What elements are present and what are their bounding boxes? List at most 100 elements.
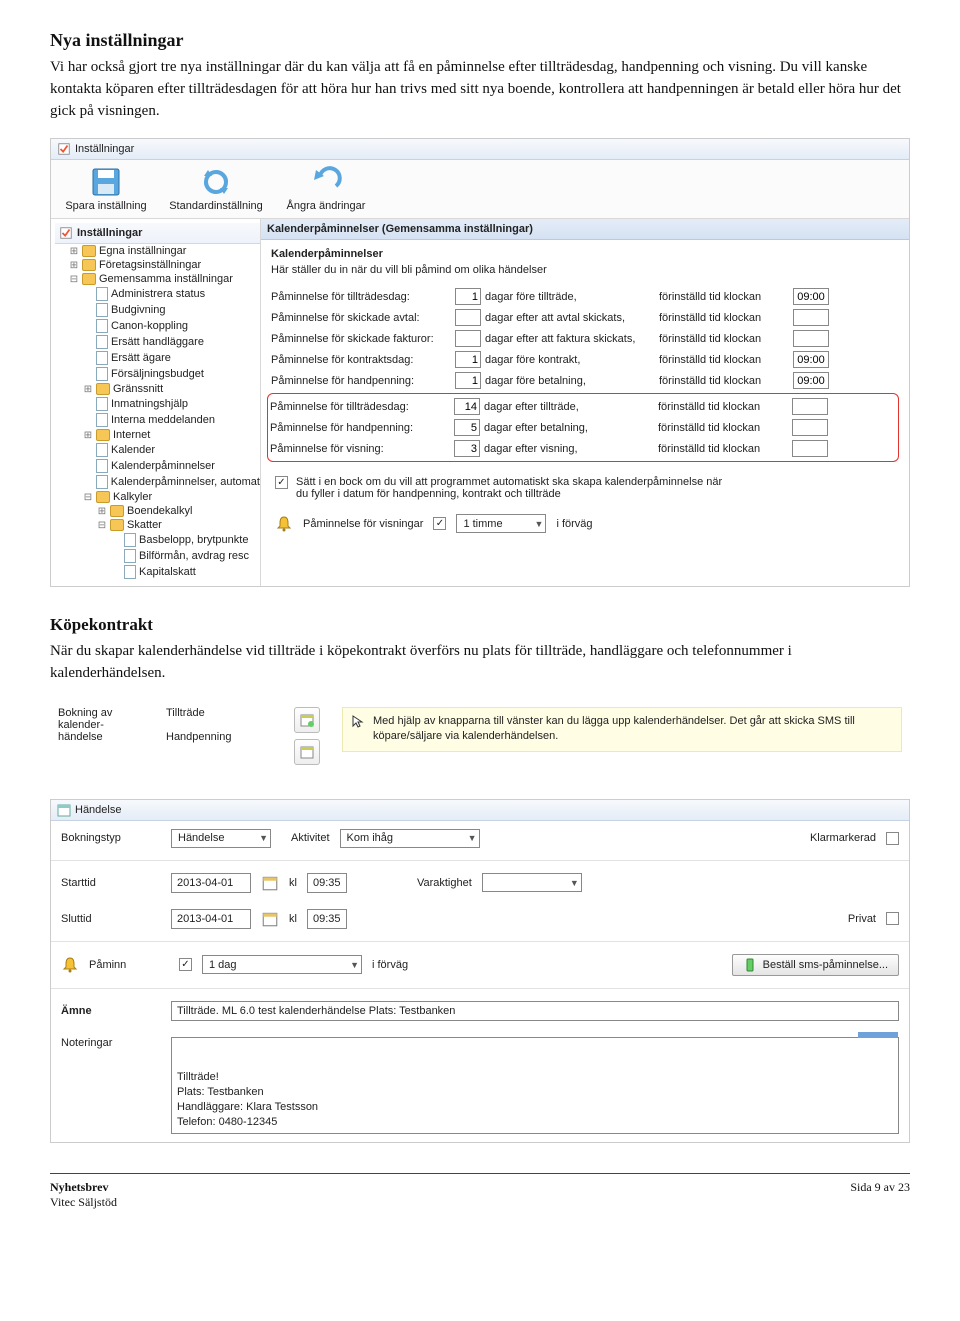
visning-reminder-combo[interactable]: 1 timme▼ (456, 514, 546, 533)
varaktighet-label: Varaktighet (417, 877, 472, 889)
expand-handle[interactable] (858, 1032, 898, 1038)
auto-create-checkbox[interactable]: ✓ (275, 476, 288, 489)
reminder-row: Påminnelse för kontraktsdag:dagar före k… (271, 349, 899, 370)
tree-item[interactable]: Interna meddelanden (83, 412, 260, 428)
aktivitet-combo[interactable]: Kom ihåg▼ (340, 829, 480, 848)
tree-item[interactable]: Kalender (83, 442, 260, 458)
tree-item[interactable]: Bilförmån, avdrag resc (111, 548, 260, 564)
reminder-mid: dagar före betalning, (485, 375, 655, 387)
reminder-mid: dagar efter visning, (484, 443, 654, 455)
tree-item[interactable]: Kalenderpåminnelser, automat (83, 474, 260, 490)
tree-item[interactable]: Försäljningsbudget (83, 366, 260, 382)
screenshot-handelse: Händelse Bokningstyp Händelse▼ Aktivitet… (50, 799, 910, 1143)
paminn-checkbox[interactable]: ✓ (179, 958, 192, 971)
reminder-days-input[interactable] (454, 440, 480, 457)
reminder-days-input[interactable] (454, 398, 480, 415)
tree-item[interactable]: ⊞Internet (83, 428, 260, 442)
tree-pane: Inställningar ⊞Egna inställningar ⊞Föret… (51, 219, 261, 586)
amne-label: Ämne (61, 1005, 161, 1017)
tree-item[interactable]: ⊞Egna inställningar (69, 244, 260, 258)
reminder-days-input[interactable] (455, 288, 481, 305)
datepicker-icon[interactable] (261, 874, 279, 892)
tilltrade-link[interactable]: Tillträde (166, 707, 276, 719)
reminder-days-input[interactable] (455, 372, 481, 389)
tree-item[interactable]: Basbelopp, brytpunkte (111, 532, 260, 548)
cursor-icon (351, 714, 365, 728)
tree-item[interactable]: Inmatningshjälp (83, 396, 260, 412)
amne-input[interactable]: Tillträde. ML 6.0 test kalenderhändelse … (171, 1001, 899, 1021)
calendar-add-button[interactable] (294, 707, 320, 733)
highlight-new-settings: Påminnelse för tillträdesdag:dagar efter… (267, 393, 899, 462)
reminder-time-input[interactable] (793, 288, 829, 305)
tree-item[interactable]: ⊞Boendekalkyl (97, 504, 260, 518)
footer-title: Nyhetsbrev (50, 1180, 108, 1194)
reminder-days-input[interactable] (454, 419, 480, 436)
refresh-icon (200, 166, 232, 198)
tree-item[interactable]: ⊟Gemensamma inställningar (69, 272, 260, 286)
reminder-time-input[interactable] (792, 398, 828, 415)
folder-icon (96, 383, 110, 395)
reminder-label: Påminnelse för visning: (270, 443, 450, 455)
reminder-label: Påminnelse för tillträdesdag: (271, 291, 451, 303)
klarmarkerad-checkbox[interactable] (886, 832, 899, 845)
folder-icon (96, 429, 110, 441)
footer-subtitle: Vitec Säljstöd (50, 1195, 117, 1209)
settings-tree[interactable]: ⊞Egna inställningar ⊞Företagsinställning… (55, 244, 260, 580)
privat-checkbox[interactable] (886, 912, 899, 925)
handpenning-link[interactable]: Handpenning (166, 731, 276, 743)
visning-reminder-checkbox[interactable]: ✓ (433, 517, 446, 530)
start-time-input[interactable]: 09:35 (307, 873, 347, 893)
auto-create-label: Sätt i en bock om du vill att programmet… (296, 476, 726, 500)
reminder-mid: dagar före kontrakt, (485, 354, 655, 366)
doc-icon (96, 351, 108, 365)
form-title: Kalenderpåminnelser (271, 248, 899, 260)
tree-item[interactable]: ⊞Gränssnitt (83, 382, 260, 396)
tree-item[interactable]: ⊟Skatter (97, 518, 260, 532)
undo-button[interactable]: Ångra ändringar (281, 166, 371, 212)
tree-item[interactable]: Administrera status (83, 286, 260, 302)
varaktighet-combo[interactable]: ▼ (482, 873, 582, 892)
reminder-time-input[interactable] (792, 440, 828, 457)
page-footer: Nyhetsbrev Vitec Säljstöd Sida 9 av 23 (50, 1173, 910, 1210)
folder-icon (96, 491, 110, 503)
sub-heading: Köpekontrakt (50, 615, 910, 635)
reminder-time-input[interactable] (793, 351, 829, 368)
datepicker-icon[interactable] (261, 910, 279, 928)
tree-item[interactable]: Ersätt handläggare (83, 334, 260, 350)
calendar-add-button-2[interactable] (294, 739, 320, 765)
reminder-mid: dagar före tillträde, (485, 291, 655, 303)
paminn-combo[interactable]: 1 dag▼ (202, 955, 362, 974)
reminder-label: Påminnelse för skickade avtal: (271, 312, 451, 324)
reminder-time-input[interactable] (793, 309, 829, 326)
tree-item[interactable]: ⊟Kalkyler (83, 490, 260, 504)
reminder-time-input[interactable] (793, 372, 829, 389)
reminder-pretime: förinställd tid klockan (659, 333, 789, 345)
folder-icon (82, 273, 96, 285)
tree-item[interactable]: Kapitalskatt (111, 564, 260, 580)
doc-icon (124, 565, 136, 579)
reminder-time-input[interactable] (792, 419, 828, 436)
doc-icon (96, 413, 108, 427)
save-button[interactable]: Spara inställning (61, 166, 151, 212)
tree-item[interactable]: Budgivning (83, 302, 260, 318)
tree-item[interactable]: Canon-koppling (83, 318, 260, 334)
slut-time-input[interactable]: 09:35 (307, 909, 347, 929)
save-icon (90, 166, 122, 198)
reminder-days-input[interactable] (455, 309, 481, 326)
start-date-input[interactable]: 2013-04-01 (171, 873, 251, 893)
tree-item[interactable]: Ersätt ägare (83, 350, 260, 366)
bokningstyp-combo[interactable]: Händelse▼ (171, 829, 271, 848)
reminder-days-input[interactable] (455, 351, 481, 368)
reminder-days-input[interactable] (455, 330, 481, 347)
default-button[interactable]: Standardinställning (171, 166, 261, 212)
sms-button[interactable]: Beställ sms-påminnelse... (732, 954, 899, 976)
doc-icon (124, 533, 136, 547)
reminder-time-input[interactable] (793, 330, 829, 347)
folder-icon (110, 519, 124, 531)
noteringar-input[interactable]: Tillträde! Plats: Testbanken Handläggare… (171, 1037, 899, 1134)
tree-item[interactable]: ⊞Företagsinställningar (69, 258, 260, 272)
tree-item[interactable]: Kalenderpåminnelser (83, 458, 260, 474)
doc-icon (124, 549, 136, 563)
page-number: Sida 9 av 23 (850, 1180, 910, 1210)
slut-date-input[interactable]: 2013-04-01 (171, 909, 251, 929)
